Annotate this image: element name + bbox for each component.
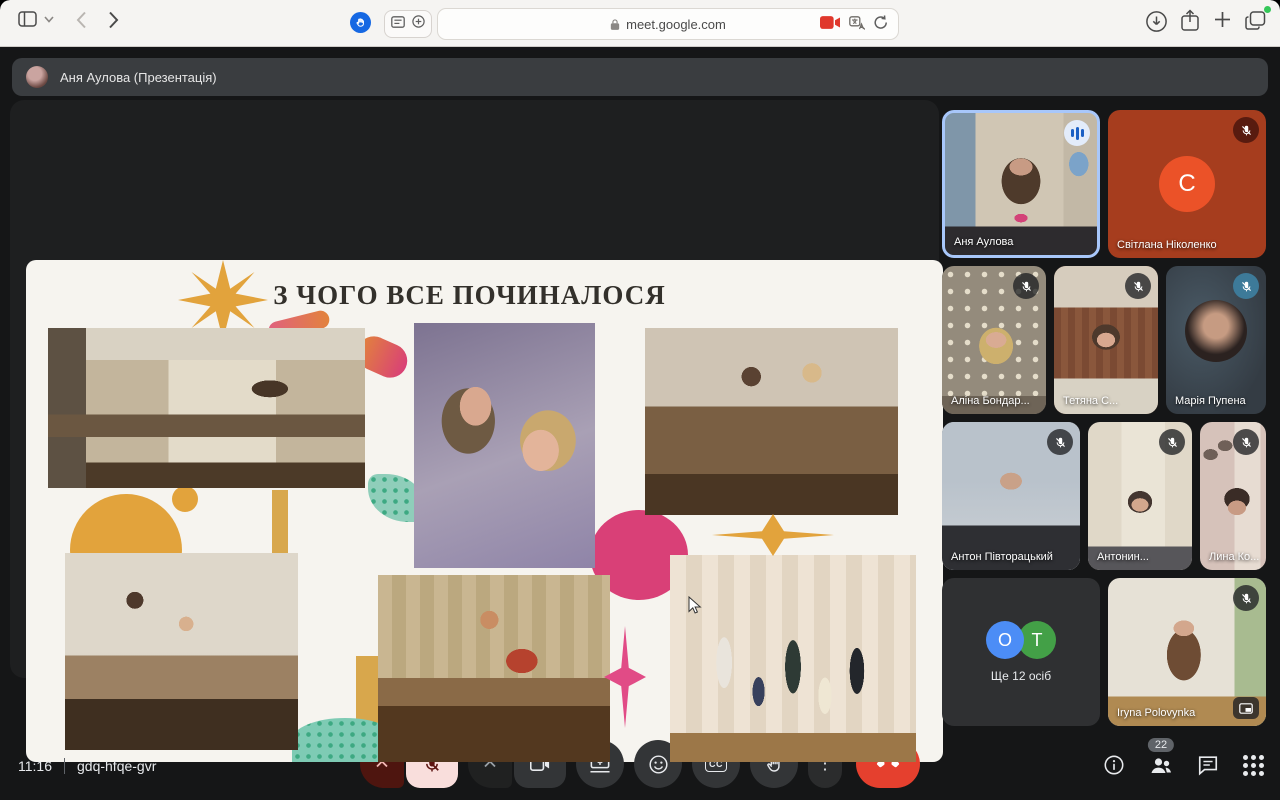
sidebar-toggle-icon[interactable]	[18, 11, 37, 27]
clock: 11:16	[18, 758, 52, 774]
reader-view-icon[interactable]	[391, 15, 405, 33]
reload-icon[interactable]	[874, 15, 888, 33]
mic-muted-icon	[1047, 429, 1073, 455]
meeting-details-button[interactable]	[1103, 754, 1125, 776]
browser-window: meet.google.com Аня Аулова (Презентація)	[0, 0, 1280, 800]
slide-title: З ЧОГО ВСЕ ПОЧИНАЛОСЯ	[26, 280, 913, 311]
participant-tile-tetiana[interactable]: Тетяна С...	[1054, 266, 1158, 414]
chevron-down-icon[interactable]	[44, 16, 54, 23]
url-text: meet.google.com	[626, 17, 726, 32]
chat-button[interactable]	[1197, 754, 1219, 776]
browser-toolbar: meet.google.com	[0, 0, 1280, 47]
avatar	[1185, 300, 1247, 362]
mouse-cursor	[688, 596, 702, 620]
overflow-avatars: O T	[986, 621, 1056, 659]
mic-muted-icon	[1233, 117, 1259, 143]
participant-tile-anton-pivtoratskyi[interactable]: Антон Півторацький	[942, 422, 1080, 570]
mic-muted-icon	[1159, 429, 1185, 455]
picture-in-picture-icon[interactable]	[1233, 697, 1259, 719]
address-bar[interactable]: meet.google.com	[437, 8, 899, 40]
camera-active-icon[interactable]	[820, 16, 840, 32]
extension-icon[interactable]	[350, 12, 371, 33]
speaking-indicator-icon	[1064, 120, 1090, 146]
participant-tile-iryna-polovynka[interactable]: Iryna Polovynka	[1108, 578, 1266, 726]
participant-name: Світлана Ніколенко	[1117, 239, 1217, 251]
mic-muted-icon	[1013, 273, 1039, 299]
presenter-label: Аня Аулова (Презентація)	[60, 70, 217, 85]
avatar: O	[986, 621, 1024, 659]
downloads-icon[interactable]	[1146, 11, 1167, 32]
participant-name: Аліна Бондар...	[951, 395, 1030, 407]
presentation-tile[interactable]: З ЧОГО ВСЕ ПОЧИНАЛОСЯ	[10, 100, 939, 678]
participant-name: Антон Півторацький	[951, 551, 1053, 563]
participant-tile-svitlana-nikolenko[interactable]: С Світлана Ніколенко	[1108, 110, 1266, 258]
new-tab-icon[interactable]	[1214, 11, 1231, 28]
emoji-icon	[648, 754, 669, 775]
participant-name: Лина Ко...	[1209, 551, 1259, 563]
mic-muted-icon	[1125, 273, 1151, 299]
apps-button[interactable]	[1243, 755, 1264, 776]
overflow-participants-tile[interactable]: O T Ще 12 осіб	[942, 578, 1100, 726]
slide-photo-classroom	[48, 328, 365, 488]
participant-name: Марія Пупена	[1175, 395, 1246, 407]
forward-button[interactable]	[108, 11, 119, 29]
meeting-panels: 22	[1103, 754, 1264, 776]
slide-photo-girl-dulcimer	[378, 575, 610, 762]
zoom-page-icon[interactable]	[412, 15, 425, 33]
participant-name: Антонин...	[1097, 551, 1149, 563]
participant-name: Iryna Polovynka	[1117, 707, 1195, 719]
page-tools-group	[384, 10, 432, 38]
info-icon	[1103, 754, 1125, 776]
slide-photo-two-kids	[645, 328, 898, 515]
participant-name: Тетяна С...	[1063, 395, 1118, 407]
slide-canvas: З ЧОГО ВСЕ ПОЧИНАЛОСЯ	[26, 260, 943, 762]
slide-photo-teacher-boy	[65, 553, 298, 750]
mic-muted-icon	[1233, 429, 1259, 455]
presenting-banner[interactable]: Аня Аулова (Презентація)	[12, 58, 1268, 96]
tab-overview-icon[interactable]	[1245, 11, 1266, 31]
participant-count-badge: 22	[1148, 738, 1174, 752]
participant-tile-lina[interactable]: Лина Ко...	[1200, 422, 1266, 570]
avatar: С	[1159, 156, 1215, 212]
mic-muted-icon	[1233, 273, 1259, 299]
people-icon	[1149, 754, 1173, 776]
back-button[interactable]	[76, 11, 87, 29]
participants-button[interactable]: 22	[1149, 754, 1173, 776]
mic-muted-icon	[1233, 585, 1259, 611]
chat-icon	[1197, 754, 1219, 776]
translate-disabled-icon[interactable]	[849, 16, 865, 33]
decoration-orange-star4	[712, 514, 834, 556]
slide-photo-family	[670, 555, 916, 762]
decoration-pink-star	[604, 626, 646, 728]
apps-grid-icon	[1243, 755, 1264, 776]
participant-tile-alina-bondar[interactable]: Аліна Бондар...	[942, 266, 1046, 414]
meeting-code: gdq-hfqe-gvr	[77, 758, 156, 774]
participant-tile-anya-aulova[interactable]: Аня Аулова	[942, 110, 1100, 258]
slide-photo-selfie	[414, 323, 595, 568]
camera-in-use-indicator	[1264, 6, 1271, 13]
share-icon[interactable]	[1181, 9, 1199, 32]
participant-name: Аня Аулова	[954, 236, 1013, 248]
decoration-orange-dot	[172, 486, 198, 512]
presenter-avatar	[26, 66, 48, 88]
participant-tile-antonina[interactable]: Антонин...	[1088, 422, 1192, 570]
overflow-label: Ще 12 осіб	[991, 669, 1051, 683]
participant-tile-maria-pupena[interactable]: Марія Пупена	[1166, 266, 1266, 414]
meeting-info: 11:16 gdq-hfqe-gvr	[18, 758, 156, 774]
divider	[64, 758, 65, 774]
lock-icon	[610, 18, 620, 31]
